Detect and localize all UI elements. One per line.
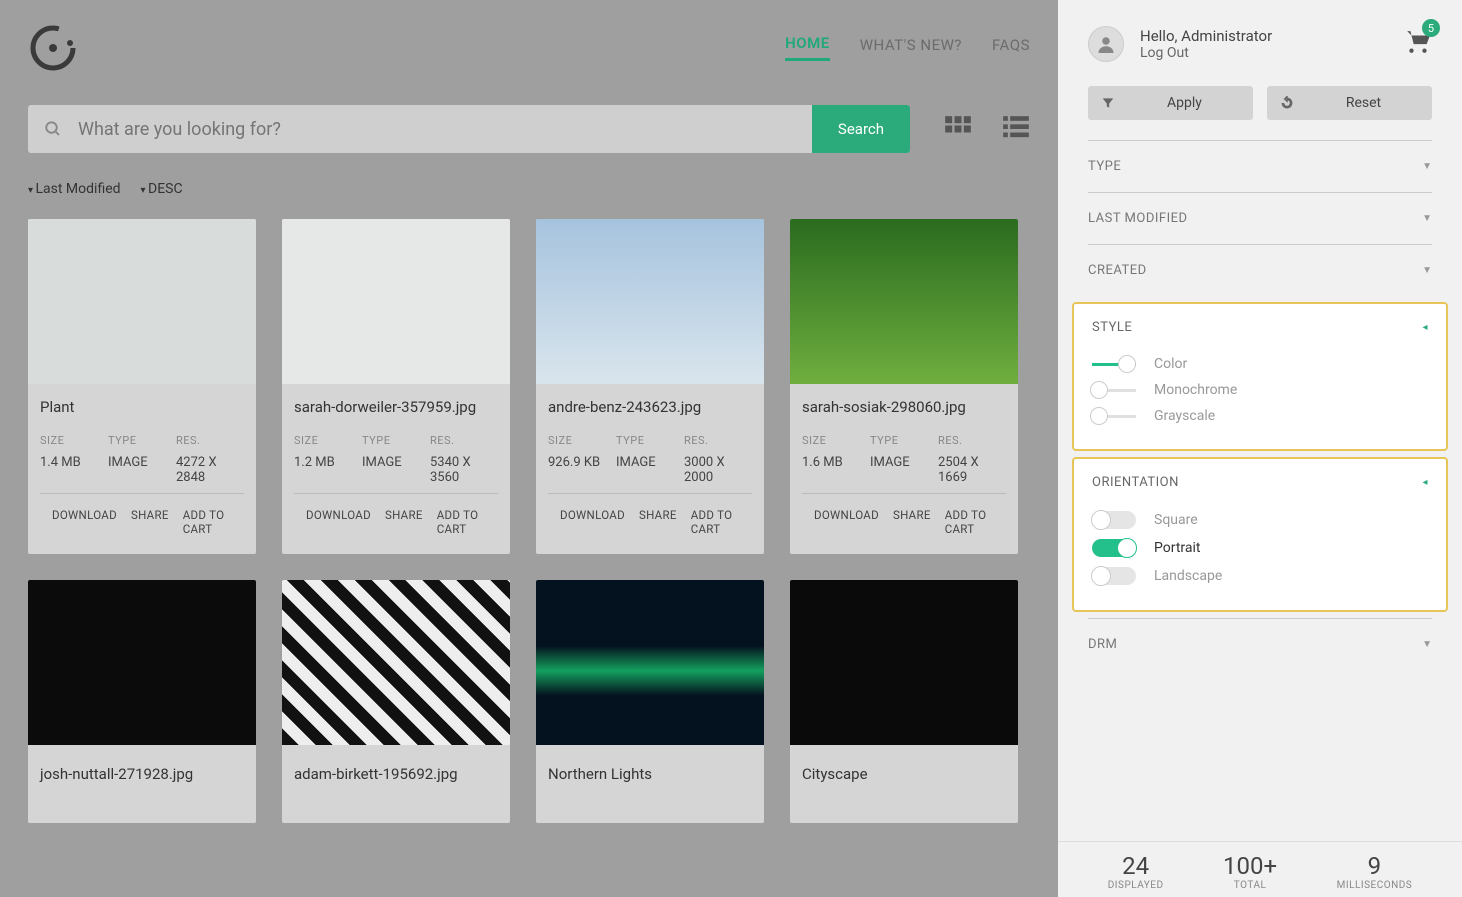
download-button[interactable]: DOWNLOAD <box>306 508 371 536</box>
share-button[interactable]: SHARE <box>893 508 931 536</box>
grid-view-icon[interactable] <box>944 115 972 143</box>
filter-orientation-section: ORIENTATION ◂ Square Portrait Landscape <box>1072 457 1448 612</box>
add-to-cart-button[interactable]: ADD TO CART <box>437 508 486 536</box>
chevron-down-icon: ▼ <box>1422 639 1432 650</box>
orientation-option-label: Landscape <box>1154 568 1222 584</box>
card-title: Northern Lights <box>536 745 764 823</box>
chevron-down-icon: ▼ <box>1422 213 1432 224</box>
style-option-label: Grayscale <box>1154 408 1215 424</box>
list-view-icon[interactable] <box>1002 115 1030 143</box>
card-thumbnail[interactable] <box>790 219 1018 384</box>
style-option-label: Monochrome <box>1154 382 1237 398</box>
download-button[interactable]: DOWNLOAD <box>814 508 879 536</box>
app-logo[interactable] <box>28 23 78 73</box>
filter-drm[interactable]: DRM ▼ <box>1088 618 1432 670</box>
card-thumbnail[interactable] <box>282 580 510 745</box>
add-to-cart-button[interactable]: ADD TO CART <box>183 508 232 536</box>
reset-button[interactable]: Reset <box>1267 86 1432 120</box>
card-thumbnail[interactable] <box>536 219 764 384</box>
card-title: sarah-dorweiler-357959.jpg <box>282 384 510 422</box>
style-toggle[interactable] <box>1092 363 1136 366</box>
filter-last-modified[interactable]: LAST MODIFIED ▼ <box>1088 192 1432 244</box>
search-box: Search <box>28 105 910 153</box>
style-title: STYLE <box>1092 320 1132 335</box>
cart-icon[interactable]: 5 <box>1404 29 1432 59</box>
asset-card[interactable]: sarah-sosiak-298060.jpg SIZE1.6 MB TYPEI… <box>790 219 1018 554</box>
greeting-text: Hello, Administrator <box>1140 27 1388 45</box>
orientation-toggle[interactable] <box>1092 567 1136 585</box>
cart-badge: 5 <box>1422 19 1440 37</box>
download-button[interactable]: DOWNLOAD <box>560 508 625 536</box>
asset-card[interactable]: Northern Lights <box>536 580 764 823</box>
asset-card[interactable]: Plant SIZE1.4 MB TYPEIMAGE RES.4272 X 28… <box>28 219 256 554</box>
sort-field-dropdown[interactable]: Last Modified <box>28 181 121 197</box>
share-button[interactable]: SHARE <box>131 508 169 536</box>
avatar[interactable] <box>1088 26 1124 62</box>
orientation-option-label: Portrait <box>1154 540 1200 556</box>
filter-type[interactable]: TYPE ▼ <box>1088 140 1432 192</box>
style-toggle[interactable] <box>1092 415 1136 418</box>
collapse-icon[interactable]: ◂ <box>1422 477 1428 488</box>
stat-total: 100+ TOTAL <box>1223 852 1277 891</box>
search-icon <box>28 120 78 138</box>
card-thumbnail[interactable] <box>536 580 764 745</box>
card-title: josh-nuttall-271928.jpg <box>28 745 256 823</box>
nav-whats-new[interactable]: WHAT'S NEW? <box>860 36 962 60</box>
filter-style-section: STYLE ◂ Color Monochrome Grayscale <box>1072 302 1448 451</box>
card-thumbnail[interactable] <box>28 580 256 745</box>
nav-faqs[interactable]: FAQS <box>992 36 1030 60</box>
asset-card[interactable]: Cityscape <box>790 580 1018 823</box>
style-toggle[interactable] <box>1092 389 1136 392</box>
stat-milliseconds: 9 MILLISECONDS <box>1337 852 1413 891</box>
card-thumbnail[interactable] <box>790 580 1018 745</box>
search-button[interactable]: Search <box>812 105 910 153</box>
card-title: andre-benz-243623.jpg <box>536 384 764 422</box>
card-title: adam-birkett-195692.jpg <box>282 745 510 823</box>
orientation-option-label: Square <box>1154 512 1198 528</box>
chevron-down-icon: ▼ <box>1422 161 1432 172</box>
card-title: Cityscape <box>790 745 1018 823</box>
style-option-label: Color <box>1154 356 1187 372</box>
sort-direction-dropdown[interactable]: DESC <box>141 181 183 197</box>
nav-home[interactable]: HOME <box>785 34 830 61</box>
collapse-icon[interactable]: ◂ <box>1422 322 1428 333</box>
add-to-cart-button[interactable]: ADD TO CART <box>691 508 740 536</box>
card-thumbnail[interactable] <box>282 219 510 384</box>
asset-card[interactable]: andre-benz-243623.jpg SIZE926.9 KB TYPEI… <box>536 219 764 554</box>
logout-link[interactable]: Log Out <box>1140 45 1388 61</box>
download-button[interactable]: DOWNLOAD <box>52 508 117 536</box>
card-title: sarah-sosiak-298060.jpg <box>790 384 1018 422</box>
card-title: Plant <box>28 384 256 422</box>
chevron-down-icon: ▼ <box>1422 265 1432 276</box>
filter-icon <box>1088 96 1128 110</box>
card-thumbnail[interactable] <box>28 219 256 384</box>
orientation-toggle[interactable] <box>1092 539 1136 557</box>
asset-card[interactable]: josh-nuttall-271928.jpg <box>28 580 256 823</box>
stat-displayed: 24 DISPLAYED <box>1108 852 1164 891</box>
orientation-toggle[interactable] <box>1092 511 1136 529</box>
search-input[interactable] <box>78 119 812 140</box>
add-to-cart-button[interactable]: ADD TO CART <box>945 508 994 536</box>
asset-card[interactable]: sarah-dorweiler-357959.jpg SIZE1.2 MB TY… <box>282 219 510 554</box>
reset-icon <box>1267 96 1307 110</box>
filter-created[interactable]: CREATED ▼ <box>1088 244 1432 296</box>
share-button[interactable]: SHARE <box>639 508 677 536</box>
share-button[interactable]: SHARE <box>385 508 423 536</box>
orientation-title: ORIENTATION <box>1092 475 1179 490</box>
asset-card[interactable]: adam-birkett-195692.jpg <box>282 580 510 823</box>
apply-button[interactable]: Apply <box>1088 86 1253 120</box>
